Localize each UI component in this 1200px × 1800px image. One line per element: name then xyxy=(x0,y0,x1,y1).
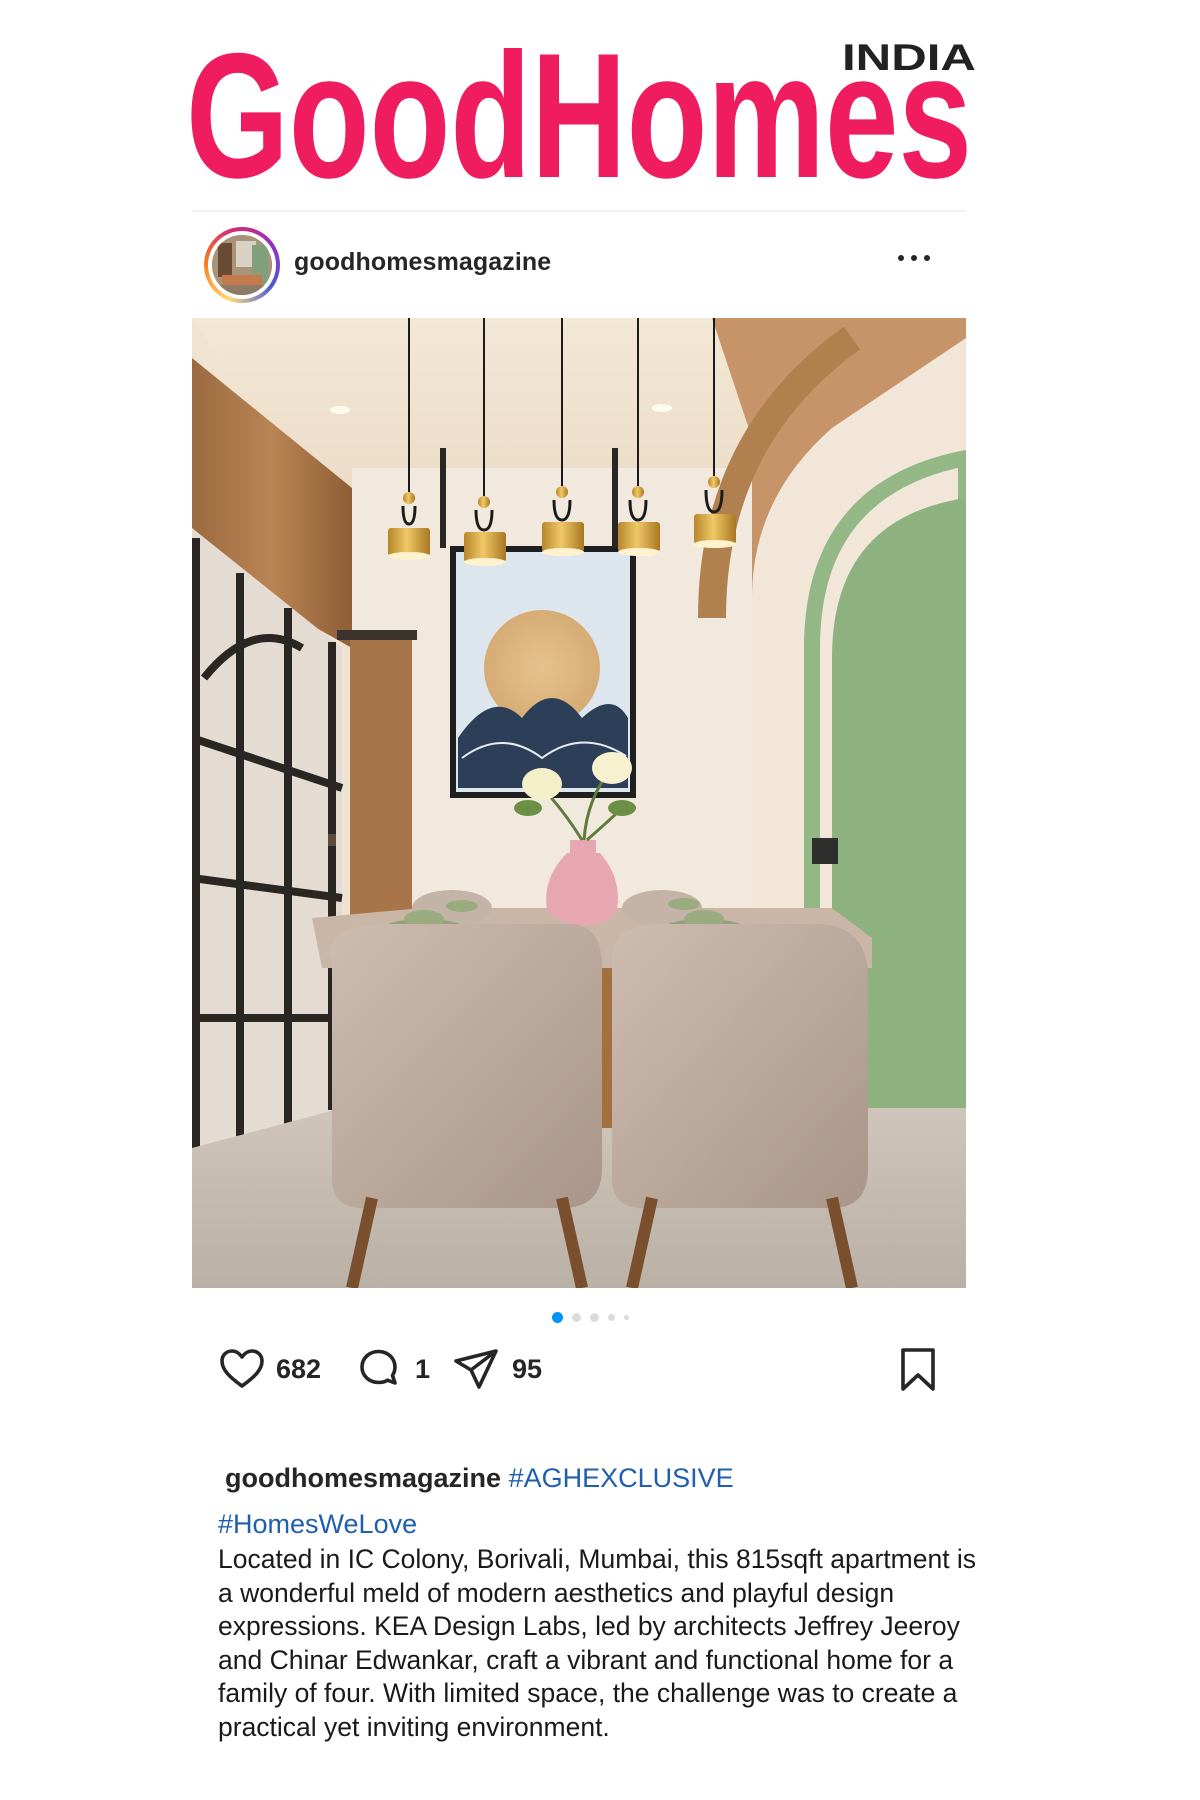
avatar[interactable] xyxy=(212,235,272,295)
carousel-dot[interactable] xyxy=(624,1315,629,1320)
heart-icon[interactable] xyxy=(218,1345,266,1393)
story-ring[interactable] xyxy=(204,227,280,303)
divider xyxy=(192,210,966,212)
caption-text: Located in IC Colony, Borivali, Mumbai, … xyxy=(218,1544,977,1742)
carousel-dot[interactable] xyxy=(572,1313,581,1322)
share-count[interactable]: 95 xyxy=(512,1354,542,1385)
post-header: goodhomesmagazine xyxy=(190,225,964,303)
comment-count[interactable]: 1 xyxy=(415,1354,430,1385)
post-actions: 682 1 95 xyxy=(218,1345,948,1395)
masthead: GoodHomes INDIA xyxy=(186,16,980,215)
edition-label: INDIA xyxy=(842,37,976,78)
more-horizontal-icon[interactable] xyxy=(896,255,932,265)
carousel-dot-active[interactable] xyxy=(552,1312,563,1323)
comment-icon[interactable] xyxy=(354,1345,402,1393)
like-count[interactable]: 682 xyxy=(276,1354,321,1385)
post-image[interactable] xyxy=(192,318,966,1288)
hashtag-aghexclusive[interactable]: #AGHEXCLUSIVE xyxy=(509,1463,734,1493)
caption-header: goodhomesmagazine #AGHEXCLUSIVE xyxy=(225,1458,978,1498)
caption-username[interactable]: goodhomesmagazine xyxy=(225,1463,501,1493)
bookmark-icon[interactable] xyxy=(894,1345,942,1393)
dining-room-photo xyxy=(192,318,966,1288)
carousel-dot[interactable] xyxy=(608,1314,615,1321)
post-username[interactable]: goodhomesmagazine xyxy=(294,248,551,277)
hashtag-homeswelove[interactable]: #HomesWeLove xyxy=(218,1509,417,1539)
carousel-dot[interactable] xyxy=(590,1313,599,1322)
post-caption: goodhomesmagazine #AGHEXCLUSIVE #HomesWe… xyxy=(218,1458,978,1744)
avatar-thumbnail xyxy=(212,235,272,295)
carousel-indicator[interactable] xyxy=(552,1311,642,1323)
share-icon[interactable] xyxy=(452,1345,500,1393)
goodhomes-logo[interactable]: GoodHomes INDIA xyxy=(186,16,980,215)
